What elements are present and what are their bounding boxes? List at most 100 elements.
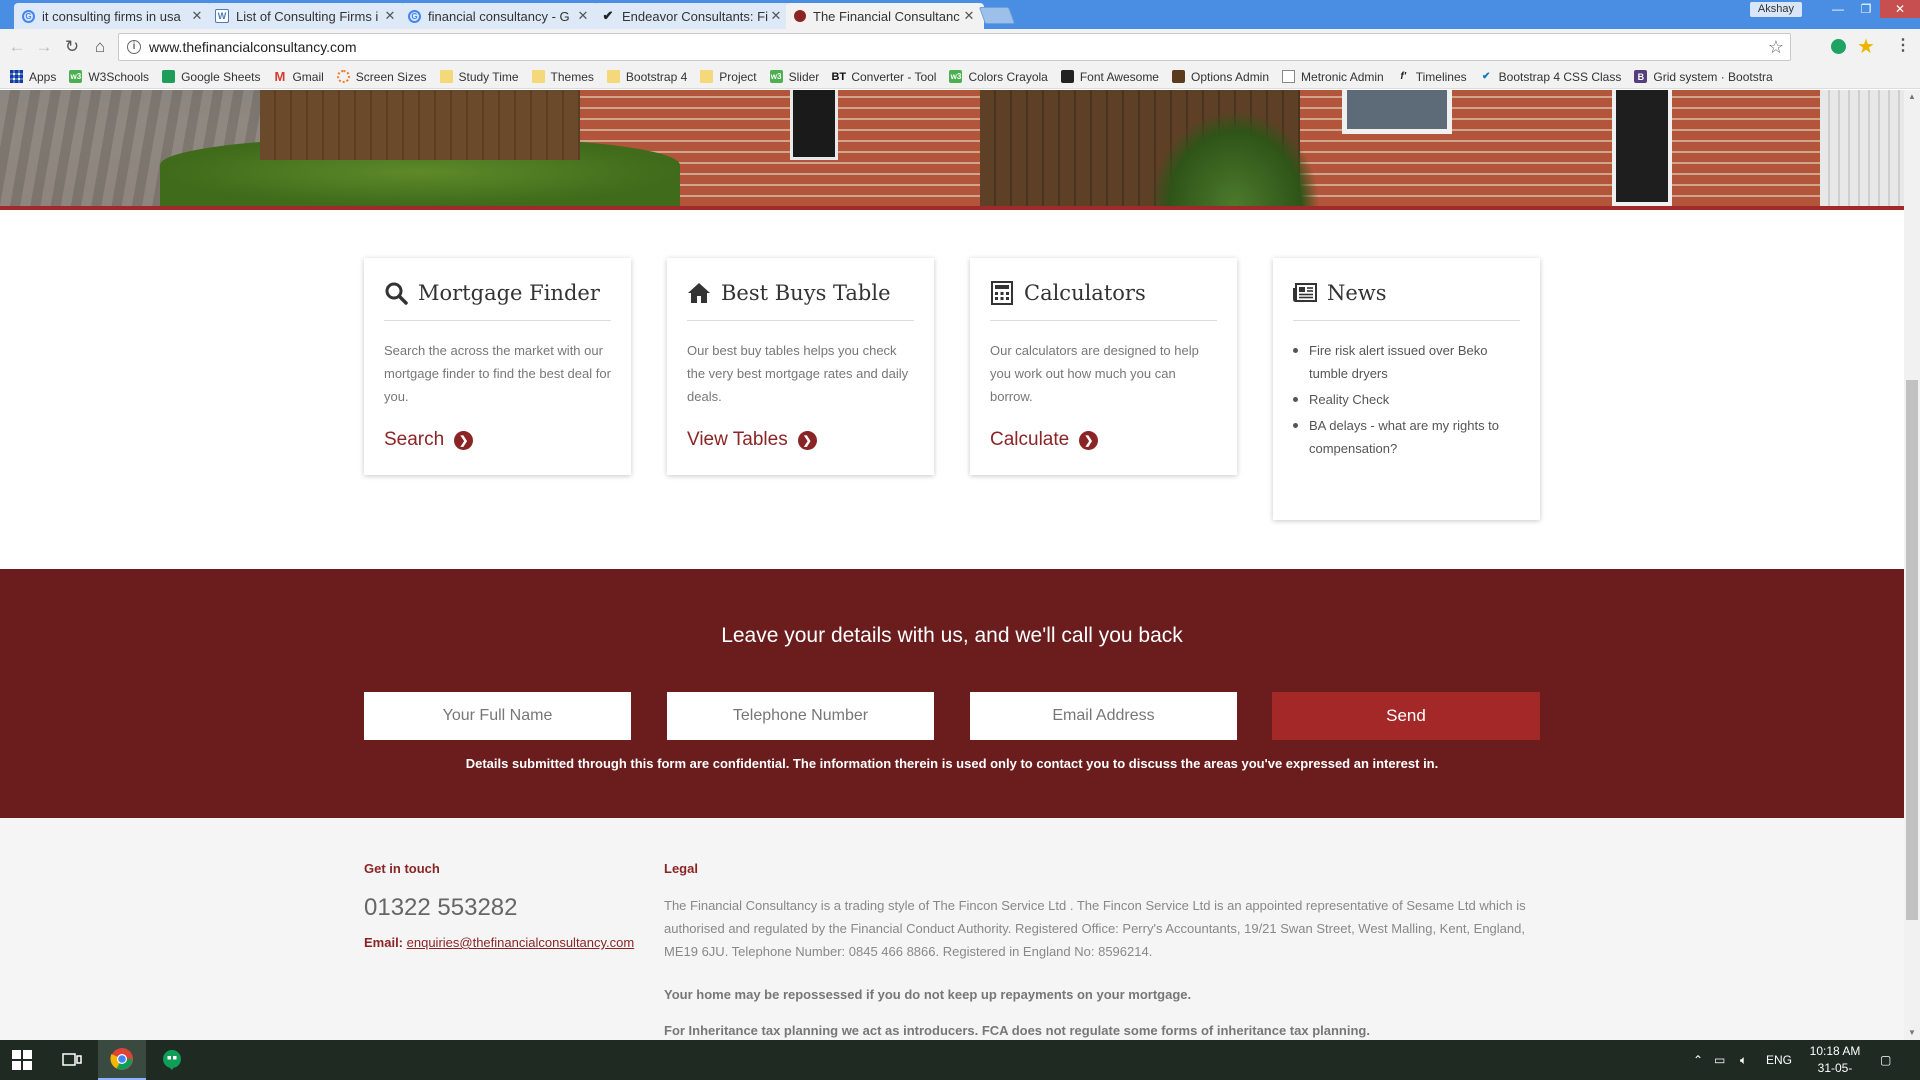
bookmark-options-admin[interactable]: Options Admin [1171, 70, 1269, 84]
hero-divider [0, 206, 1904, 210]
language-indicator[interactable]: ENG [1766, 1040, 1792, 1080]
card-best-buys-table: Best Buys Table Our best buy tables help… [667, 258, 934, 475]
info-icon[interactable]: i [127, 40, 141, 54]
bookmark-study-time[interactable]: Study Time [439, 70, 519, 84]
bookmark-apps[interactable]: Apps [10, 70, 56, 84]
news-item[interactable]: BA delays - what are my rights to compen… [1293, 414, 1520, 460]
home-icon[interactable]: ⌂ [89, 36, 111, 58]
bookmark-star-icon[interactable]: ☆ [1768, 37, 1784, 58]
bookmark-label: W3Schools [88, 69, 150, 84]
bookmark-google-sheets[interactable]: Google Sheets [162, 70, 260, 84]
browser-tab[interactable]: ✔ Endeavor Consultants: Fi ✕ [593, 3, 791, 29]
bookmark-converter-tool[interactable]: BT Converter - Tool [831, 70, 936, 84]
bookmark-slider[interactable]: w3 Slider [769, 70, 819, 84]
scroll-down-icon[interactable]: ▼ [1904, 1026, 1920, 1040]
scrollbar-thumb[interactable] [1906, 380, 1918, 920]
bookmark-screen-sizes[interactable]: Screen Sizes [336, 70, 427, 84]
newspaper-icon [1293, 283, 1317, 302]
bookmark-label: Colors Crayola [968, 69, 1048, 84]
browser-tab[interactable]: G it consulting firms in usa ✕ [14, 3, 212, 29]
bookmark-project[interactable]: Project [700, 70, 757, 84]
bt-icon: BT [831, 70, 847, 83]
email-link[interactable]: enquiries@thefinancialconsultancy.com [407, 935, 635, 950]
tab-close-icon[interactable]: ✕ [576, 8, 590, 24]
system-clock[interactable]: 10:18 AM 31-05-2017 [1805, 1043, 1865, 1080]
close-window-icon[interactable]: ✕ [1880, 0, 1920, 18]
chevron-right-circle-icon: ❯ [1079, 430, 1099, 450]
bookmark-colors-crayola[interactable]: w3 Colors Crayola [949, 69, 1048, 84]
bookmark-w3schools[interactable]: w3 W3Schools [69, 70, 149, 84]
tab-close-icon[interactable]: ✕ [769, 8, 783, 24]
send-button[interactable]: Send [1272, 692, 1540, 740]
bookmark-label: Timelines [1415, 69, 1467, 84]
contact-column: Get in touch 01322 553282 Email: enquiri… [364, 861, 644, 950]
footer: Get in touch 01322 553282 Email: enquiri… [0, 818, 1904, 1040]
bookmark-label: Metronic Admin [1301, 69, 1384, 84]
bookmark-font-awesome[interactable]: Font Awesome [1060, 70, 1159, 84]
search-link[interactable]: Search ❯ [384, 429, 611, 451]
reload-icon[interactable]: ↻ [61, 36, 83, 58]
address-bar[interactable]: i www.thefinancialconsultancy.com ☆ [118, 33, 1791, 61]
view-tables-link[interactable]: View Tables ❯ [687, 429, 914, 451]
windows-start-icon[interactable] [12, 1050, 32, 1070]
extension-green-icon[interactable] [1831, 39, 1846, 54]
news-item[interactable]: Fire risk alert issued over Beko tumble … [1293, 339, 1520, 385]
chevron-right-circle-icon: ❯ [454, 430, 474, 450]
tab-close-icon[interactable]: ✕ [962, 8, 976, 24]
calculator-icon [991, 281, 1013, 305]
tab-title: Endeavor Consultants: Fi [622, 8, 768, 24]
bookmark-label: Bootstrap 4 [625, 69, 688, 84]
tab-title: financial consultancy - G [428, 8, 570, 24]
folder-icon [439, 70, 453, 83]
bookmark-themes[interactable]: Themes [531, 70, 594, 84]
back-icon[interactable]: ← [6, 36, 28, 58]
bookmark-label: Google Sheets [181, 69, 261, 84]
notifications-icon[interactable]: ▢ [1880, 1040, 1891, 1080]
menu-icon[interactable]: ⋮ [1895, 35, 1913, 54]
bookmark-timelines[interactable]: f' Timelines [1397, 69, 1467, 84]
news-item[interactable]: Reality Check [1293, 388, 1520, 411]
w3schools-icon: w3 [769, 70, 783, 83]
bookmark-metronic-admin[interactable]: Metronic Admin [1282, 70, 1384, 84]
google-icon: G [22, 9, 35, 23]
restore-icon[interactable]: ❐ [1852, 0, 1880, 18]
hangouts-taskbar-icon[interactable] [148, 1040, 196, 1080]
contact-heading: Get in touch [364, 861, 440, 876]
new-tab-button[interactable] [978, 7, 1016, 24]
profile-button[interactable]: Akshay [1749, 2, 1802, 17]
link-label: Calculate [990, 429, 1070, 450]
extension-star-icon[interactable]: ★ [1857, 34, 1875, 58]
hero-image [0, 90, 1904, 206]
bookmark-bootstrap-4-css[interactable]: ✔ Bootstrap 4 CSS Class [1480, 70, 1621, 84]
network-icon[interactable]: ▭ [1714, 1040, 1725, 1080]
minimize-icon[interactable]: — [1824, 0, 1852, 18]
volume-muted-icon[interactable]: 🔈︎ [1740, 1040, 1747, 1080]
page-scrollbar[interactable]: ▲ ▼ [1904, 90, 1920, 1040]
task-view-icon[interactable] [48, 1040, 96, 1080]
clock-date: 31-05-2017 [1817, 1061, 1853, 1080]
tab-close-icon[interactable]: ✕ [383, 8, 397, 24]
phone-number[interactable]: 01322 553282 [364, 894, 644, 922]
browser-tab[interactable]: G financial consultancy - G ✕ [400, 3, 598, 29]
feature-cards: Mortgage Finder Search the across the ma… [364, 258, 1540, 520]
telephone-input[interactable] [667, 692, 934, 740]
bookmark-grid-system[interactable]: B Grid system · Bootstra [1634, 70, 1773, 84]
forward-icon[interactable]: → [33, 36, 55, 58]
bootstrap-icon: B [1634, 70, 1648, 83]
w3schools-icon: w3 [69, 70, 83, 83]
bookmark-gmail[interactable]: M Gmail [273, 69, 324, 84]
card-divider [990, 320, 1217, 321]
browser-tab[interactable]: W List of Consulting Firms i ✕ [207, 3, 405, 29]
tab-close-icon[interactable]: ✕ [190, 8, 204, 24]
calculate-link[interactable]: Calculate ❯ [990, 429, 1217, 451]
scroll-up-icon[interactable]: ▲ [1904, 90, 1920, 104]
browser-tab-active[interactable]: The Financial Consultanc ✕ [786, 3, 984, 29]
url-text[interactable]: www.thefinancialconsultancy.com [149, 39, 357, 55]
apps-grid-icon [10, 70, 23, 83]
show-hidden-icons-icon[interactable]: ⌃ [1693, 1040, 1703, 1080]
email-input[interactable] [970, 692, 1237, 740]
chrome-taskbar-icon[interactable] [98, 1040, 146, 1080]
bookmark-bootstrap-4[interactable]: Bootstrap 4 [606, 69, 688, 84]
full-name-input[interactable] [364, 692, 631, 740]
home-icon [688, 283, 710, 303]
